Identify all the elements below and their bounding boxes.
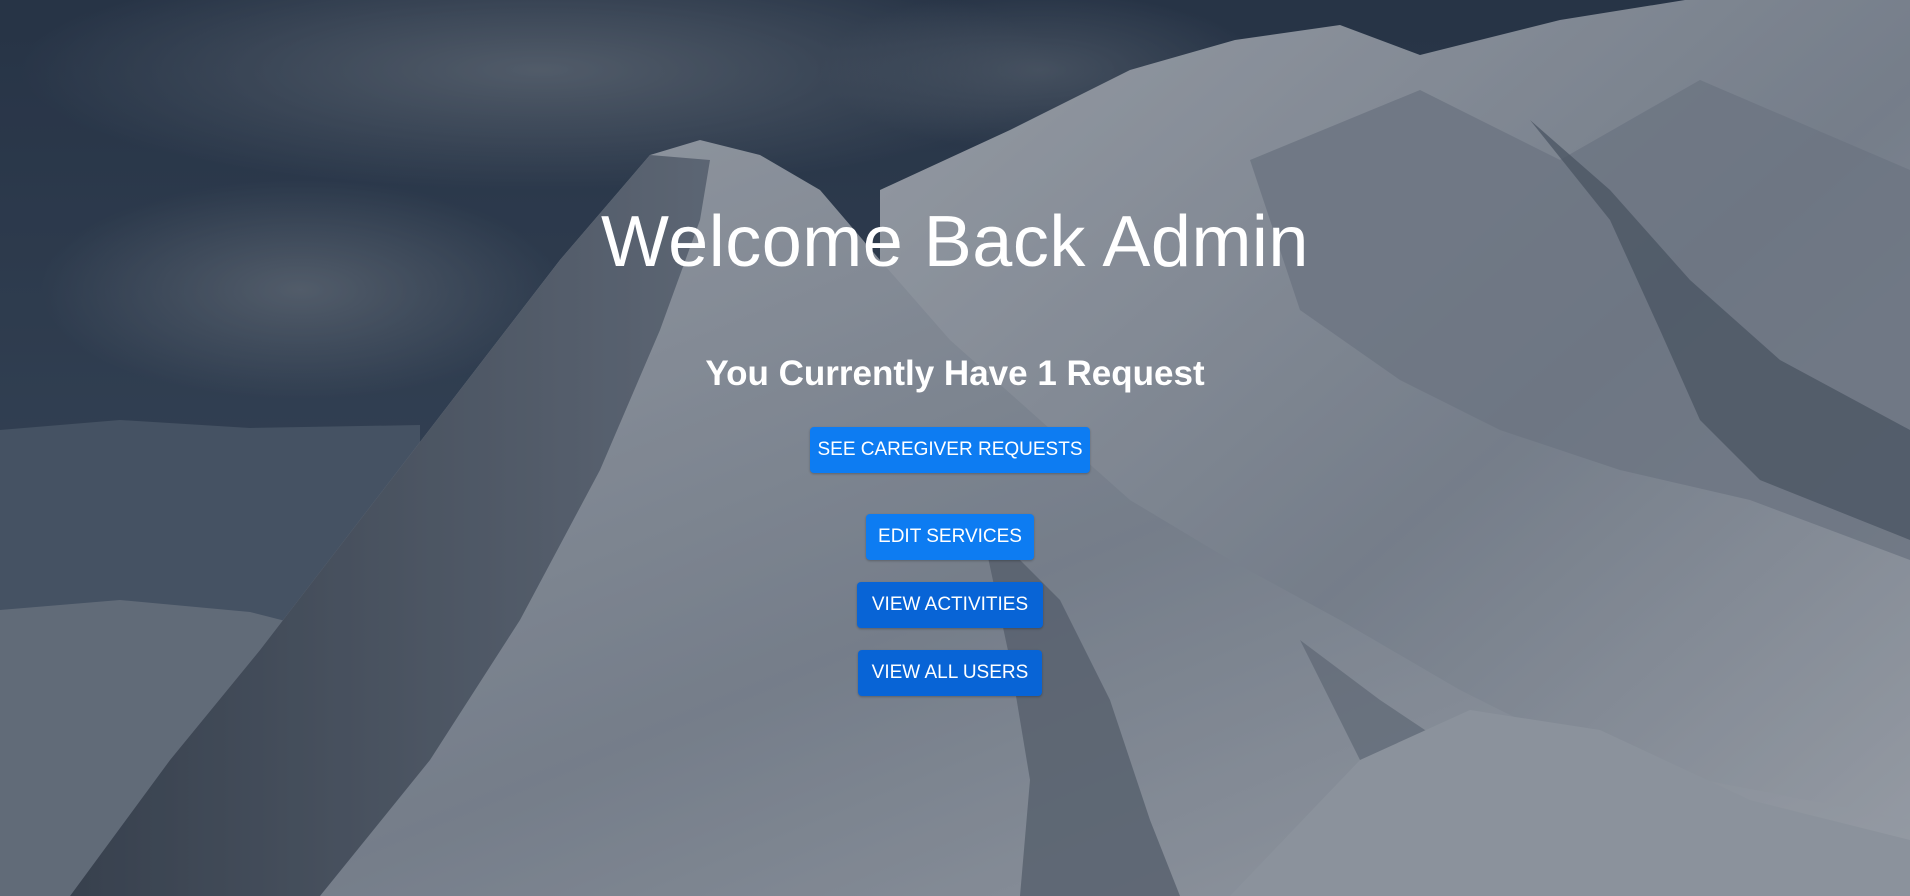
page-title: Welcome Back Admin bbox=[601, 202, 1309, 282]
see-caregiver-requests-button[interactable]: SEE CAREGIVER REQUESTS bbox=[810, 427, 1090, 473]
edit-services-button[interactable]: EDIT SERVICES bbox=[866, 514, 1034, 560]
welcome-panel: Welcome Back Admin You Currently Have 1 … bbox=[0, 0, 1910, 896]
request-count-message: You Currently Have 1 Request bbox=[705, 354, 1205, 393]
view-activities-button[interactable]: VIEW ACTIVITIES bbox=[857, 582, 1043, 628]
view-all-users-button[interactable]: VIEW ALL USERS bbox=[858, 650, 1042, 696]
hero-section: Welcome Back Admin You Currently Have 1 … bbox=[0, 0, 1910, 896]
